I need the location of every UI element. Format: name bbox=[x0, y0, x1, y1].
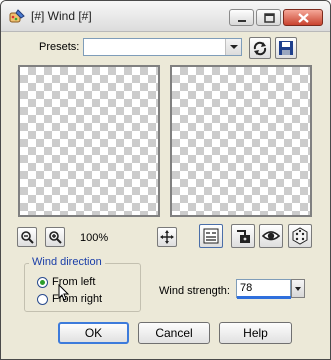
load-preset-button[interactable] bbox=[249, 37, 271, 59]
wind-strength-value: 78 bbox=[240, 282, 253, 294]
minimize-icon bbox=[238, 20, 246, 22]
zoom-in-icon bbox=[49, 231, 62, 244]
proof-icon bbox=[203, 228, 219, 244]
load-preset-icon bbox=[253, 41, 267, 56]
radio-button-unchecked[interactable] bbox=[37, 294, 48, 305]
proof-toggle-button[interactable] bbox=[199, 224, 223, 248]
wind-strength-slider-bar[interactable] bbox=[237, 296, 291, 299]
title-bar[interactable]: [#] Wind [#] bbox=[1, 1, 330, 32]
close-button[interactable] bbox=[283, 9, 323, 26]
presets-dropdown[interactable] bbox=[83, 38, 242, 56]
wind-dialog: [#] Wind [#] Presets: 100% Wind directio… bbox=[0, 0, 331, 360]
save-preset-icon bbox=[279, 41, 293, 55]
zoom-in-button[interactable] bbox=[45, 227, 65, 247]
help-button[interactable]: Help bbox=[219, 322, 292, 344]
lock-icon bbox=[237, 230, 250, 243]
presets-label: Presets: bbox=[39, 41, 80, 53]
randomize-button[interactable] bbox=[288, 224, 312, 248]
maximize-button[interactable] bbox=[256, 9, 281, 26]
minimize-button[interactable] bbox=[229, 9, 254, 26]
eye-icon bbox=[262, 231, 280, 241]
window-title: [#] Wind [#] bbox=[31, 9, 92, 23]
close-icon bbox=[298, 13, 309, 23]
maximize-icon bbox=[264, 13, 275, 23]
randomize-icon bbox=[292, 227, 308, 245]
wind-direction-legend: Wind direction bbox=[29, 256, 105, 268]
radio-button-checked[interactable] bbox=[37, 277, 48, 288]
paintshop-app-icon bbox=[9, 8, 25, 24]
zoom-out-icon bbox=[21, 231, 34, 244]
eye-button[interactable] bbox=[259, 224, 283, 248]
pan-icon bbox=[160, 230, 174, 244]
save-preset-button[interactable] bbox=[275, 37, 297, 59]
ok-button[interactable]: OK bbox=[58, 322, 129, 344]
lock-button[interactable] bbox=[231, 224, 255, 248]
preview-before[interactable] bbox=[18, 65, 160, 217]
zoom-level: 100% bbox=[80, 232, 109, 244]
cancel-button[interactable]: Cancel bbox=[138, 322, 210, 344]
wind-strength-spinner[interactable] bbox=[291, 279, 305, 298]
zoom-out-button[interactable] bbox=[17, 227, 37, 247]
wind-strength-label: Wind strength: bbox=[159, 285, 230, 297]
preview-after[interactable] bbox=[170, 65, 312, 217]
mouse-cursor-icon bbox=[58, 284, 70, 301]
pan-button[interactable] bbox=[157, 227, 177, 247]
chevron-down-icon[interactable] bbox=[225, 39, 241, 55]
